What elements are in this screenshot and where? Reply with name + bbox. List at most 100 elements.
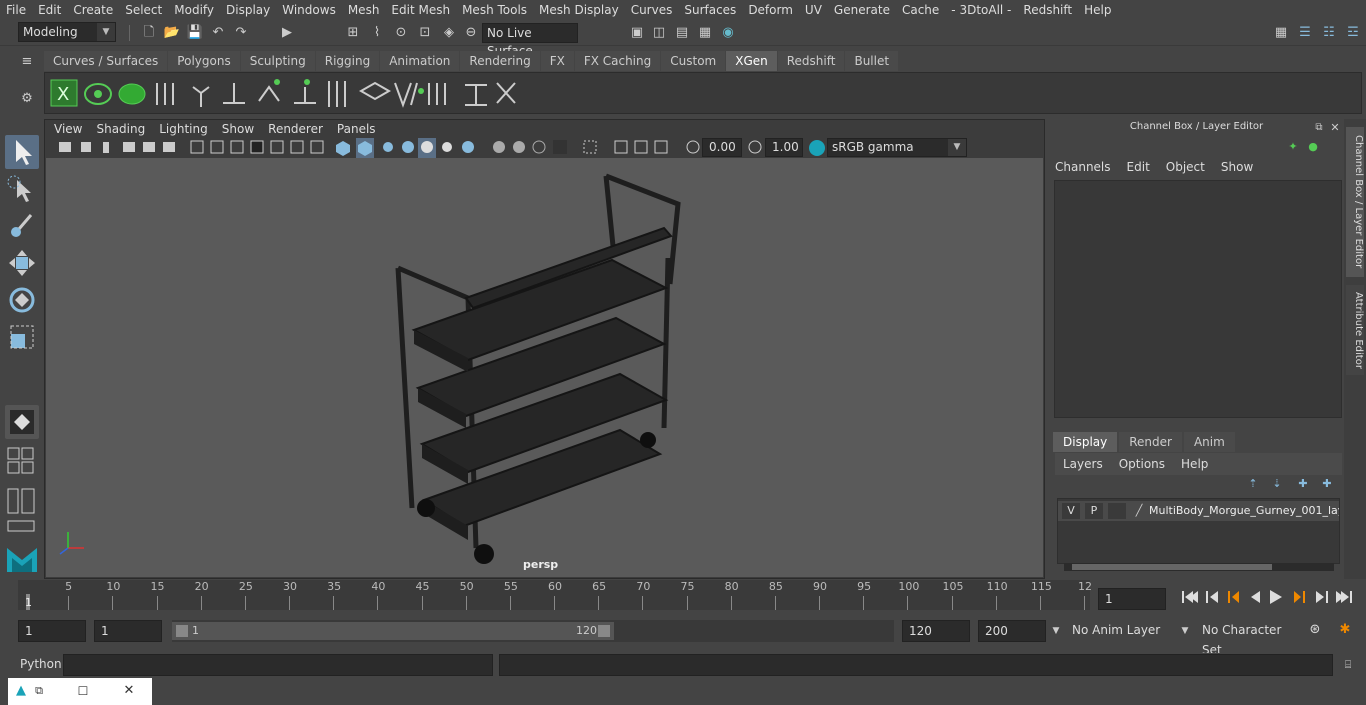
script-language-label[interactable]: Python bbox=[20, 657, 62, 671]
layout-outliner-button[interactable] bbox=[5, 485, 39, 519]
paint-tool-button[interactable] bbox=[5, 209, 39, 243]
snap-view-icon[interactable]: ⊡ bbox=[416, 24, 434, 42]
layer-playback-toggle[interactable]: P bbox=[1085, 503, 1103, 519]
scale-tool-button[interactable] bbox=[5, 320, 39, 354]
layer-tab-render[interactable]: Render bbox=[1119, 432, 1182, 452]
shelf-menu-icon[interactable]: ≡ bbox=[18, 53, 36, 71]
character-set-selector[interactable]: No Character Set bbox=[1196, 620, 1300, 657]
show-manipulator-button[interactable] bbox=[5, 405, 39, 439]
menu-select[interactable]: Select bbox=[119, 3, 168, 17]
ipr-render-icon[interactable]: ▤ bbox=[673, 24, 691, 42]
menu-mesh-display[interactable]: Mesh Display bbox=[533, 3, 625, 17]
viewport-menu-renderer[interactable]: Renderer bbox=[261, 120, 330, 138]
open-scene-icon[interactable]: 📂 bbox=[163, 24, 181, 42]
menu-redshift[interactable]: Redshift bbox=[1017, 3, 1078, 17]
menu-generate[interactable]: Generate bbox=[828, 3, 896, 17]
current-frame-field[interactable]: 1 bbox=[1098, 588, 1166, 610]
shelf-tab-custom[interactable]: Custom bbox=[661, 51, 726, 71]
layer-tab-anim[interactable]: Anim bbox=[1183, 432, 1235, 452]
layer-display-type-toggle[interactable] bbox=[1108, 503, 1126, 519]
viewport-menu-view[interactable]: View bbox=[47, 120, 89, 138]
snap-live-icon[interactable]: ⊖ bbox=[462, 24, 480, 42]
viewport-menu-lighting[interactable]: Lighting bbox=[152, 120, 215, 138]
menu-curves[interactable]: Curves bbox=[625, 3, 679, 17]
viewport-menu-show[interactable]: Show bbox=[215, 120, 261, 138]
new-scene-icon[interactable]: 🗋 bbox=[140, 24, 158, 42]
shelf-tab-polygons[interactable]: Polygons bbox=[168, 51, 240, 71]
color-space-selector[interactable]: sRGB gamma ▼ bbox=[827, 138, 967, 157]
layer-name[interactable]: MultiBody_Morgue_Gurney_001_laye bbox=[1149, 504, 1339, 517]
script-editor-icon[interactable]: ⌸ bbox=[1339, 656, 1357, 674]
menu-windows[interactable]: Windows bbox=[276, 3, 342, 17]
restore-window-icon[interactable]: ⧉ bbox=[30, 682, 48, 700]
menu-cache[interactable]: Cache bbox=[896, 3, 945, 17]
move-tool-button[interactable] bbox=[5, 246, 39, 280]
command-input[interactable] bbox=[63, 654, 493, 676]
channel-menu-show[interactable]: Show bbox=[1221, 160, 1253, 174]
snap-grid-icon[interactable]: ⊞ bbox=[344, 24, 362, 42]
menu-file[interactable]: File bbox=[0, 3, 32, 17]
scrollbar-thumb[interactable] bbox=[1072, 564, 1272, 570]
start-time-field[interactable]: 1 bbox=[18, 620, 86, 642]
menu-uv[interactable]: UV bbox=[799, 3, 828, 17]
layer-scrollbar[interactable] bbox=[1064, 563, 1334, 571]
rotate-tool-button[interactable] bbox=[5, 283, 39, 317]
hypershade-icon[interactable]: ◉ bbox=[719, 24, 737, 42]
channel-menu-object[interactable]: Object bbox=[1166, 160, 1205, 174]
shelf-tab-rigging[interactable]: Rigging bbox=[315, 51, 380, 71]
live-surface-field[interactable]: No Live Surface bbox=[482, 23, 578, 58]
channel-box-area[interactable] bbox=[1054, 180, 1342, 418]
gurney-cart-model[interactable] bbox=[46, 158, 1043, 577]
channel-menu-edit[interactable]: Edit bbox=[1127, 160, 1150, 174]
viewport-menu-panels[interactable]: Panels bbox=[330, 120, 383, 138]
tool-settings-toggle-icon[interactable]: ☲ bbox=[1344, 24, 1362, 42]
exposure-field[interactable]: 0.00 bbox=[702, 138, 742, 157]
shelf-tab-curves-surfaces[interactable]: Curves / Surfaces bbox=[44, 51, 168, 71]
menu-mesh-tools[interactable]: Mesh Tools bbox=[456, 3, 533, 17]
menu-edit-mesh[interactable]: Edit Mesh bbox=[385, 3, 456, 17]
mode-selector[interactable]: Modeling ▼ bbox=[18, 22, 116, 42]
move-layer-down-icon[interactable]: ⇣ bbox=[1268, 475, 1286, 493]
maya-app-icon[interactable]: ▲ bbox=[12, 682, 30, 700]
shelf-tab-animation[interactable]: Animation bbox=[380, 51, 460, 71]
viewport-menu-shading[interactable]: Shading bbox=[89, 120, 152, 138]
range-end-grip[interactable] bbox=[598, 625, 610, 637]
channel-menu-channels[interactable]: Channels bbox=[1055, 160, 1111, 174]
anim-layer-selector[interactable]: No Anim Layer bbox=[1066, 620, 1176, 642]
playback-end-field[interactable]: 120 bbox=[902, 620, 970, 642]
render-frame-icon[interactable]: ◫ bbox=[650, 24, 668, 42]
chevron-down-icon[interactable]: ▼ bbox=[1176, 622, 1194, 640]
layout-four-button[interactable] bbox=[5, 445, 39, 479]
shelf-tab-redshift[interactable]: Redshift bbox=[777, 51, 845, 71]
menu-3dtoall[interactable]: - 3DtoAll - bbox=[945, 3, 1017, 17]
move-layer-up-icon[interactable]: ⇡ bbox=[1244, 475, 1262, 493]
tab-attribute-editor[interactable]: Attribute Editor bbox=[1346, 285, 1364, 375]
channel-box-toggle-icon[interactable]: ☰ bbox=[1296, 24, 1314, 42]
animation-end-field[interactable]: 200 bbox=[978, 620, 1046, 642]
menu-modify[interactable]: Modify bbox=[168, 3, 220, 17]
tab-channel-box[interactable]: Channel Box / Layer Editor bbox=[1346, 127, 1364, 277]
attribute-editor-toggle-icon[interactable]: ☷ bbox=[1320, 24, 1338, 42]
snap-point-icon[interactable]: ⊙ bbox=[392, 24, 410, 42]
shelf-tab-rendering[interactable]: Rendering bbox=[460, 51, 540, 71]
maximize-window-icon[interactable]: ☐ bbox=[74, 682, 92, 700]
viewport-canvas[interactable] bbox=[46, 158, 1043, 577]
shelf-tab-fx[interactable]: FX bbox=[540, 51, 574, 71]
menu-display[interactable]: Display bbox=[220, 3, 276, 17]
layer-tab-display[interactable]: Display bbox=[1053, 432, 1118, 452]
lasso-tool-button[interactable] bbox=[5, 172, 39, 206]
playback-start-field[interactable]: 1 bbox=[94, 620, 162, 642]
range-slider-handle[interactable]: 1 120 bbox=[172, 622, 614, 640]
auto-key-icon[interactable]: ⊛ bbox=[1306, 621, 1324, 639]
axis-icon[interactable]: ✦ bbox=[1284, 138, 1302, 156]
layer-menu-options[interactable]: Options bbox=[1111, 457, 1173, 471]
shelf-settings-icon[interactable]: ⚙ bbox=[18, 90, 36, 108]
preferences-run-icon[interactable]: ✱ bbox=[1336, 621, 1354, 639]
shelf-tab-fx-caching[interactable]: FX Caching bbox=[574, 51, 661, 71]
render-settings-icon[interactable]: ▦ bbox=[696, 24, 714, 42]
menu-deform[interactable]: Deform bbox=[742, 3, 799, 17]
shelf-tab-bullet[interactable]: Bullet bbox=[845, 51, 899, 71]
snap-surface-icon[interactable]: ◈ bbox=[440, 24, 458, 42]
select-tool-button[interactable] bbox=[5, 135, 39, 169]
new-layer-selected-icon[interactable]: ✚ bbox=[1318, 475, 1336, 493]
